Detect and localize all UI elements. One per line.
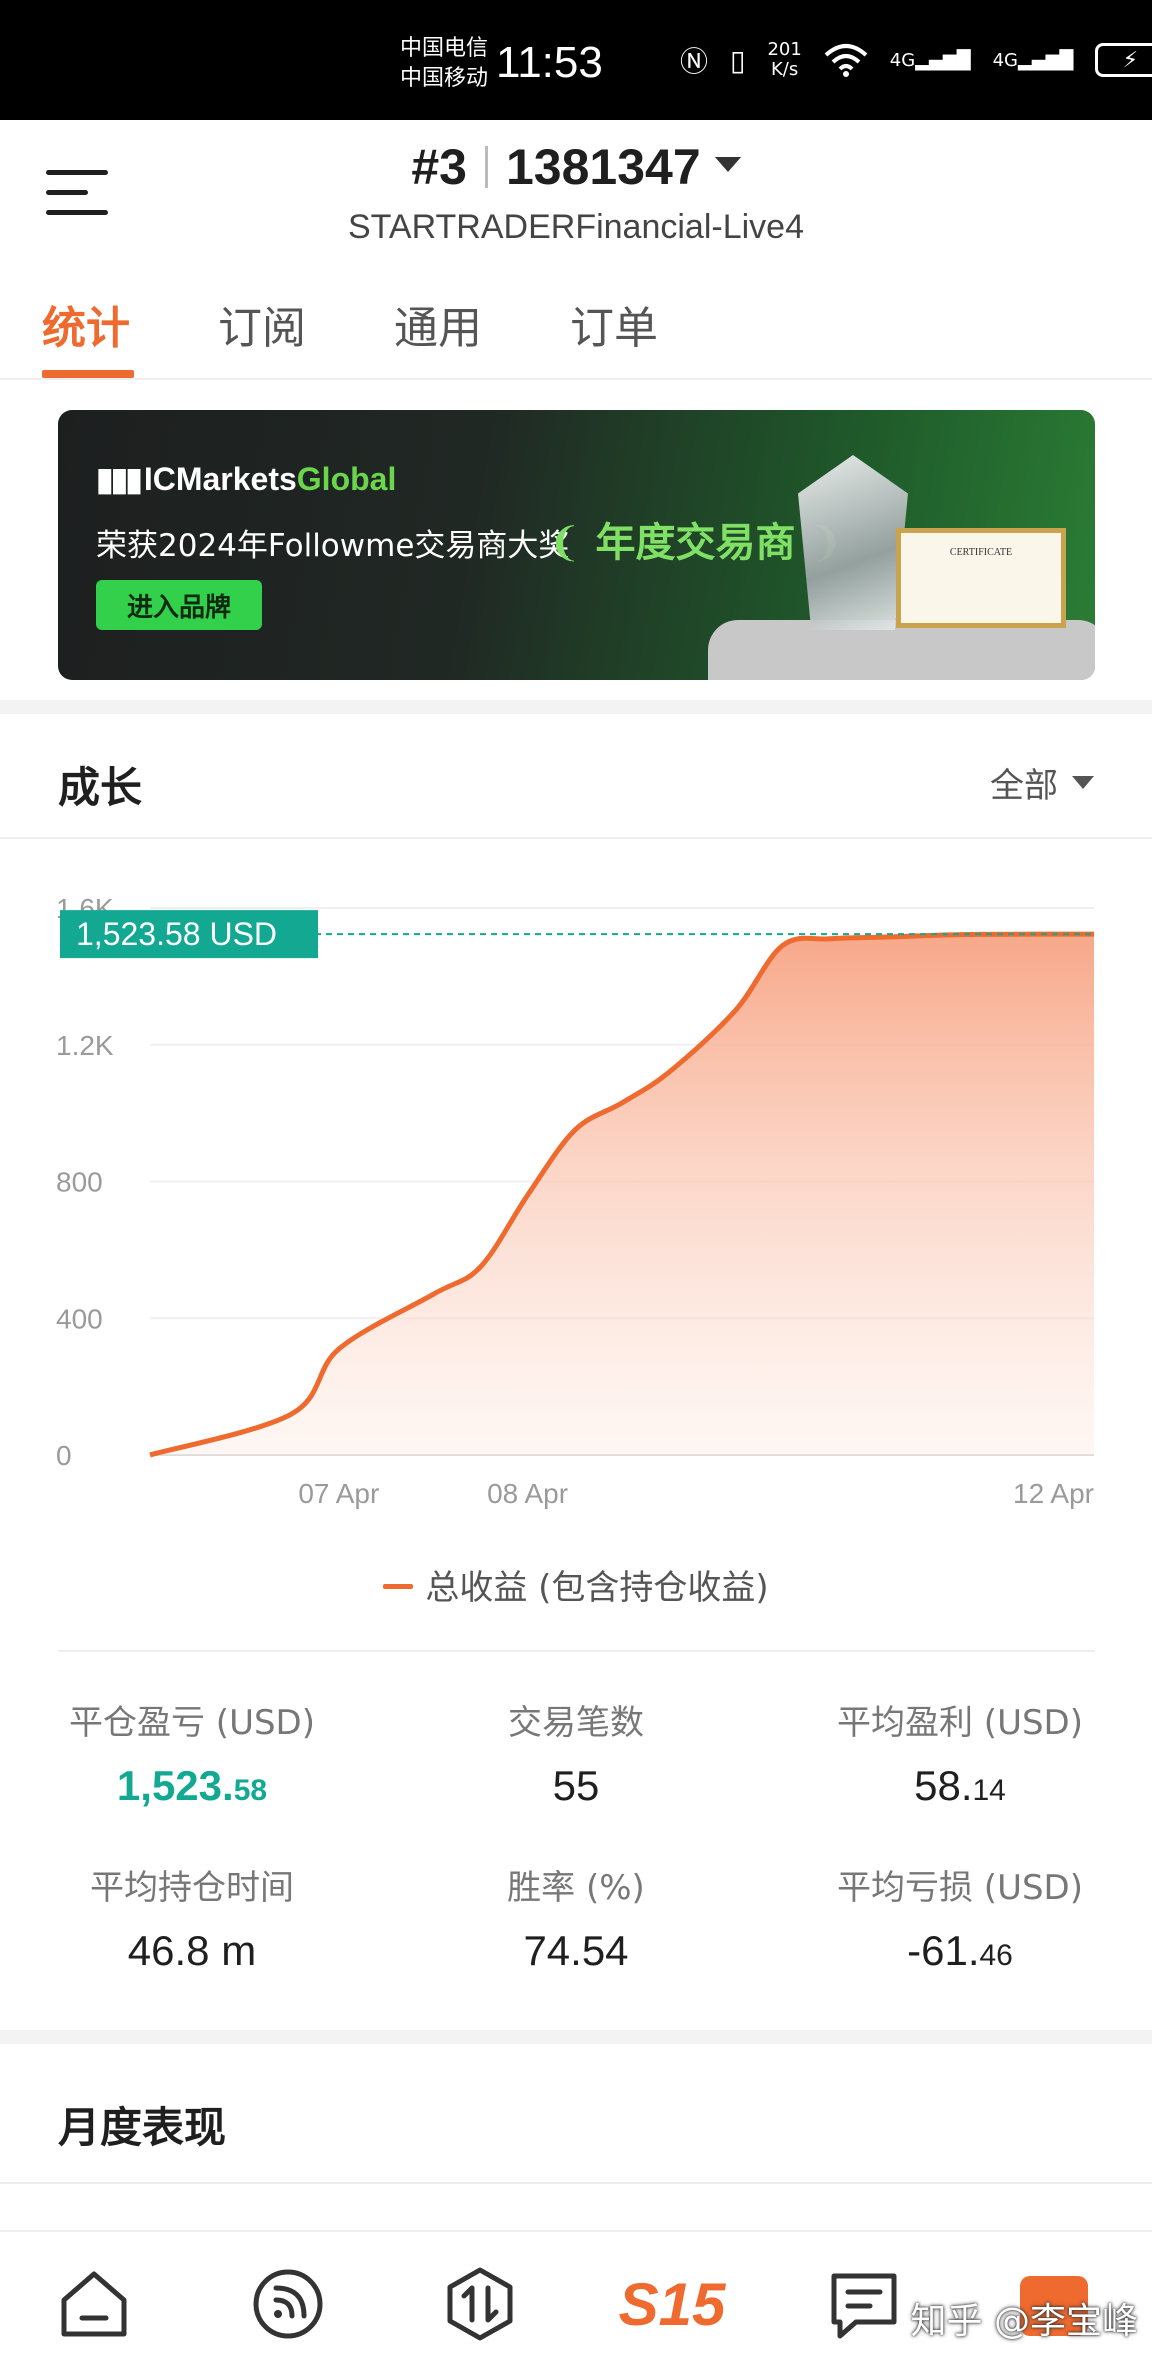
account-rank: #3 [411, 139, 467, 195]
network-speed: 201 K/s [767, 40, 801, 80]
carrier-1: 中国电信 [400, 36, 489, 61]
x-tick-label: 08 Apr [487, 1478, 568, 1509]
active-tab-indicator [42, 370, 134, 378]
stat-label: 平均亏损 (USD) [837, 1868, 1083, 1908]
stat-label: 胜率 (%) [507, 1868, 645, 1908]
stat-value: 74.54 [523, 1927, 629, 1974]
range-dropdown[interactable]: 全部 [990, 758, 1094, 807]
tab-orders[interactable]: 订单 [570, 292, 658, 356]
s15-logo[interactable]: S15 [612, 2262, 732, 2346]
stat-item: 平均盈利 (USD) 58.14 [768, 1695, 1152, 1810]
speed-unit: K/s [770, 59, 799, 80]
feed-icon[interactable] [246, 2262, 330, 2346]
growth-chart-svg: 04008001.2K1.6K07 Apr 08 Apr 12 Apr 1,523.… [56, 893, 1095, 1509]
award-title: ❨ 年度交易商 ❩ [548, 520, 843, 566]
app-header: #3 1381347 STARTRADERFinancial-Live4 [0, 120, 1152, 270]
y-tick-label: 400 [56, 1303, 103, 1334]
trade-icon[interactable] [438, 2262, 522, 2346]
trophy-image [798, 455, 908, 630]
message-icon[interactable] [822, 2262, 906, 2346]
vibrate-icon: ▯ [730, 43, 746, 77]
growth-chart: 0 400 800 1.2K 1.6K 07 Apr 08 Apr 12 Apr 1,523.… [0, 860, 1152, 1540]
stat-item: 交易笔数 55 [384, 1695, 768, 1810]
stat-label: 交易笔数 [508, 1703, 644, 1743]
x-tick-label: 07 Apr [298, 1478, 379, 1509]
monthly-title: 月度表现 [58, 2103, 227, 2152]
battery-icon: ⚡ [1095, 43, 1152, 77]
speed-value: 201 [767, 39, 802, 60]
stat-value: 1,523.58 [116, 1762, 268, 1809]
home-icon[interactable] [52, 2262, 136, 2346]
x-tick-label: 12 Apr [1013, 1478, 1094, 1509]
section-divider [0, 2030, 1152, 2044]
stats-divider [58, 1650, 1095, 1652]
signal-1-icon: 4G▂▄▆█ [889, 49, 971, 71]
current-value-label: 1,523.58 USD [76, 916, 277, 952]
chevron-down-icon [1072, 776, 1094, 789]
chevron-down-icon [714, 157, 741, 172]
wifi-icon [824, 44, 868, 77]
promo-banner[interactable]: ▮▮▮ ICMarketsGlobal 荣获2024年Followme交易商大奖 … [58, 410, 1095, 680]
signal-2-icon: 4G▂▄▆█ [992, 49, 1074, 71]
chart-legend: 总收益 (包含持仓收益) [0, 1560, 1152, 1609]
carrier-2: 中国移动 [400, 66, 489, 91]
tab-bar: 统计 订阅 通用 订单 [0, 270, 1152, 380]
monthly-section: 月度表现 [0, 2044, 1152, 2184]
stat-item: 胜率 (%) 74.54 [384, 1860, 768, 1975]
section-divider [0, 700, 1152, 714]
certificate-image: CERTIFICATE [896, 528, 1066, 628]
tab-stats[interactable]: 统计 [42, 292, 130, 356]
bottom-nav: S15 知乎 @李宝峰 [0, 2230, 1152, 2376]
stat-value: -61.46 [907, 1927, 1013, 1974]
stat-value: 58.14 [914, 1762, 1006, 1809]
status-bar: 中国电信 中国移动 11:53 Ⓝ ▯ 201 K/s 4G▂▄▆█ 4G▂▄▆… [0, 0, 1152, 120]
stat-label: 平仓盈亏 (USD) [69, 1703, 315, 1743]
stat-value: 46.8 m [127, 1927, 257, 1974]
y-tick-label: 1.2K [56, 1030, 114, 1061]
series-area [150, 934, 1094, 1455]
growth-section-header: 成长 全部 [0, 714, 1152, 839]
carrier-info: 中国电信 中国移动 [400, 34, 488, 94]
watermark: 知乎 @李宝峰 [910, 2301, 1138, 2342]
account-number: 1381347 [505, 139, 701, 195]
account-selector[interactable]: #3 1381347 [0, 138, 1152, 196]
stat-item: 平均持仓时间 46.8 m [0, 1860, 384, 1975]
y-tick-label: 0 [56, 1440, 72, 1471]
enter-brand-button[interactable]: 进入品牌 [96, 580, 262, 630]
brand-logo: ▮▮▮ ICMarketsGlobal [96, 461, 397, 497]
stat-label: 平均持仓时间 [90, 1868, 294, 1908]
award-text: 荣获2024年Followme交易商大奖 [96, 528, 570, 564]
tab-general[interactable]: 通用 [394, 292, 482, 356]
nfc-icon: Ⓝ [680, 45, 709, 78]
legend-label: 总收益 (包含持仓收益) [425, 1568, 769, 1608]
y-tick-label: 800 [56, 1167, 103, 1198]
stat-value: 55 [552, 1762, 600, 1809]
tab-subscribe[interactable]: 订阅 [218, 292, 306, 356]
legend-swatch [383, 1584, 414, 1589]
stat-item: 平仓盈亏 (USD) 1,523.58 [0, 1695, 384, 1810]
range-value: 全部 [990, 766, 1058, 806]
server-name: STARTRADERFinancial-Live4 [348, 208, 804, 246]
stat-label: 平均盈利 (USD) [837, 1703, 1083, 1743]
growth-title: 成长 [58, 763, 143, 812]
status-clock: 11:53 [496, 38, 603, 87]
stat-item: 平均亏损 (USD) -61.46 [768, 1860, 1152, 1975]
table-cloth-image [708, 620, 1095, 680]
status-icons: Ⓝ ▯ 201 K/s 4G▂▄▆█ 4G▂▄▆█ ⚡ [680, 40, 1152, 80]
